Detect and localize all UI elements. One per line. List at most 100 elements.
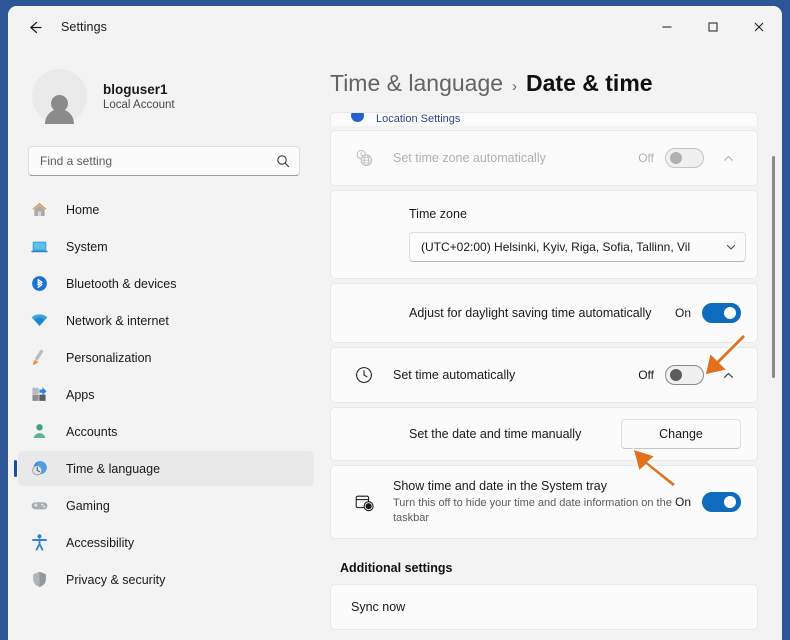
sidebar-item-home[interactable]: Home <box>18 192 314 227</box>
chevron-up-icon[interactable] <box>715 362 741 388</box>
sidebar-item-label: System <box>66 239 108 254</box>
bluetooth-icon <box>28 273 50 295</box>
set-timezone-auto-title: Set time zone automatically <box>393 150 546 165</box>
sidebar-item-apps[interactable]: Apps <box>18 377 314 412</box>
breadcrumb: Time & language › Date & time <box>320 48 782 97</box>
set-time-auto-state: Off <box>638 368 654 382</box>
sidebar: bloguser1 Local Account Find a setting H… <box>8 48 320 640</box>
set-time-auto-row[interactable]: Set time automatically Off <box>331 348 757 402</box>
breadcrumb-current: Date & time <box>526 70 653 96</box>
vertical-scrollbar[interactable] <box>772 156 775 378</box>
calendar-clock-icon <box>351 492 377 513</box>
sidebar-item-label: Bluetooth & devices <box>66 276 177 291</box>
back-button[interactable] <box>17 12 51 42</box>
sidebar-item-label: Personalization <box>66 350 152 365</box>
home-icon <box>28 199 50 221</box>
set-timezone-auto-row[interactable]: Set time zone automatically Off <box>331 131 757 185</box>
window-body: bloguser1 Local Account Find a setting H… <box>8 48 782 640</box>
sidebar-item-label: Home <box>66 202 100 217</box>
time-zone-label: Time zone <box>409 207 467 221</box>
sidebar-item-network-internet[interactable]: Network & internet <box>18 303 314 338</box>
accessibility-icon <box>28 532 50 554</box>
clock-icon <box>351 365 377 385</box>
change-button[interactable]: Change <box>621 419 741 449</box>
daylight-saving-text: Adjust for daylight saving time automati… <box>409 305 675 322</box>
sidebar-item-label: Time & language <box>66 461 161 476</box>
sidebar-item-label: Gaming <box>66 498 110 513</box>
location-settings-row[interactable]: Location Settings <box>330 112 758 126</box>
set-timezone-auto-toggle[interactable] <box>665 148 704 168</box>
back-arrow-icon <box>29 21 42 33</box>
apps-icon <box>28 384 50 406</box>
sync-now-text: Sync now <box>351 599 741 616</box>
search-icon <box>276 154 290 168</box>
sync-now-card: Sync now <box>330 584 758 630</box>
daylight-saving-controls: On <box>675 303 741 323</box>
system-tray-toggle[interactable] <box>702 492 741 512</box>
profile-name: bloguser1 <box>103 81 168 97</box>
gamepad-icon <box>28 495 50 517</box>
sidebar-item-personalization[interactable]: Personalization <box>18 340 314 375</box>
set-timezone-auto-card: Set time zone automatically Off <box>330 130 758 186</box>
set-manually-card: Set the date and time manually Change <box>330 407 758 461</box>
system-tray-text: Show time and date in the System tray Tu… <box>393 478 675 526</box>
system-icon <box>28 236 50 258</box>
sidebar-item-accounts[interactable]: Accounts <box>18 414 314 449</box>
chevron-down-icon <box>725 241 737 253</box>
minimize-button[interactable] <box>644 6 690 48</box>
set-manually-row: Set the date and time manually Change <box>331 408 757 460</box>
set-timezone-auto-controls: Off <box>638 145 741 171</box>
main-pane: Time & language › Date & time Location S… <box>320 48 782 640</box>
daylight-saving-row[interactable]: Adjust for daylight saving time automati… <box>331 284 757 342</box>
sidebar-item-label: Network & internet <box>66 313 169 328</box>
sidebar-item-gaming[interactable]: Gaming <box>18 488 314 523</box>
toggle-knob <box>724 307 736 319</box>
toggle-knob <box>670 152 682 164</box>
toggle-knob <box>670 369 682 381</box>
daylight-saving-state: On <box>674 306 691 320</box>
location-settings-link[interactable]: Location Settings <box>376 113 460 125</box>
search-input[interactable] <box>40 154 276 168</box>
breadcrumb-parent[interactable]: Time & language <box>330 70 503 97</box>
avatar <box>32 68 87 124</box>
set-time-auto-title: Set time automatically <box>393 367 516 382</box>
maximize-icon <box>708 22 718 32</box>
system-tray-title: Show time and date in the System tray <box>393 479 607 493</box>
sidebar-item-label: Privacy & security <box>66 572 166 587</box>
app-title: Settings <box>61 20 107 34</box>
time-zone-block: Time zone (UTC+02:00) Helsinki, Kyiv, Ri… <box>331 191 757 278</box>
account-icon <box>28 421 50 443</box>
daylight-saving-card: Adjust for daylight saving time automati… <box>330 283 758 343</box>
settings-scroll-area: Location Settings Set time zone automati… <box>320 112 782 640</box>
sidebar-item-label: Accounts <box>66 424 118 439</box>
breadcrumb-separator: › <box>512 78 518 95</box>
close-button[interactable] <box>736 6 782 48</box>
time-zone-selected-value: (UTC+02:00) Helsinki, Kyiv, Riga, Sofia,… <box>421 240 691 254</box>
system-tray-controls: On <box>675 492 741 512</box>
paintbrush-icon <box>28 347 50 369</box>
profile-account-type: Local Account <box>103 98 175 111</box>
sidebar-item-bluetooth-devices[interactable]: Bluetooth & devices <box>18 266 314 301</box>
sidebar-item-privacy-security[interactable]: Privacy & security <box>18 562 314 597</box>
window-controls <box>644 6 782 48</box>
sidebar-item-system[interactable]: System <box>18 229 314 264</box>
sidebar-item-time-language[interactable]: Time & language <box>14 451 314 486</box>
chevron-up-icon[interactable] <box>715 145 741 171</box>
sidebar-item-label: Apps <box>66 387 95 402</box>
system-tray-card: Show time and date in the System tray Tu… <box>330 465 758 539</box>
sync-now-row[interactable]: Sync now <box>331 585 757 629</box>
system-tray-description: Turn this off to hide your time and date… <box>393 497 672 524</box>
settings-window: Settings bloguser1 Local Account Find a … <box>8 6 782 640</box>
profile-section[interactable]: bloguser1 Local Account <box>8 48 320 128</box>
search-box[interactable] <box>28 146 300 176</box>
set-time-auto-toggle[interactable] <box>665 365 704 385</box>
time-zone-card: Time zone (UTC+02:00) Helsinki, Kyiv, Ri… <box>330 190 758 279</box>
system-tray-state: On <box>674 495 691 509</box>
time-zone-dropdown[interactable]: (UTC+02:00) Helsinki, Kyiv, Riga, Sofia,… <box>409 232 746 262</box>
sidebar-item-accessibility[interactable]: Accessibility <box>18 525 314 560</box>
maximize-button[interactable] <box>690 6 736 48</box>
close-icon <box>754 22 764 32</box>
daylight-saving-toggle[interactable] <box>702 303 741 323</box>
system-tray-row[interactable]: Show time and date in the System tray Tu… <box>331 466 757 538</box>
profile-text: bloguser1 Local Account <box>103 82 175 111</box>
